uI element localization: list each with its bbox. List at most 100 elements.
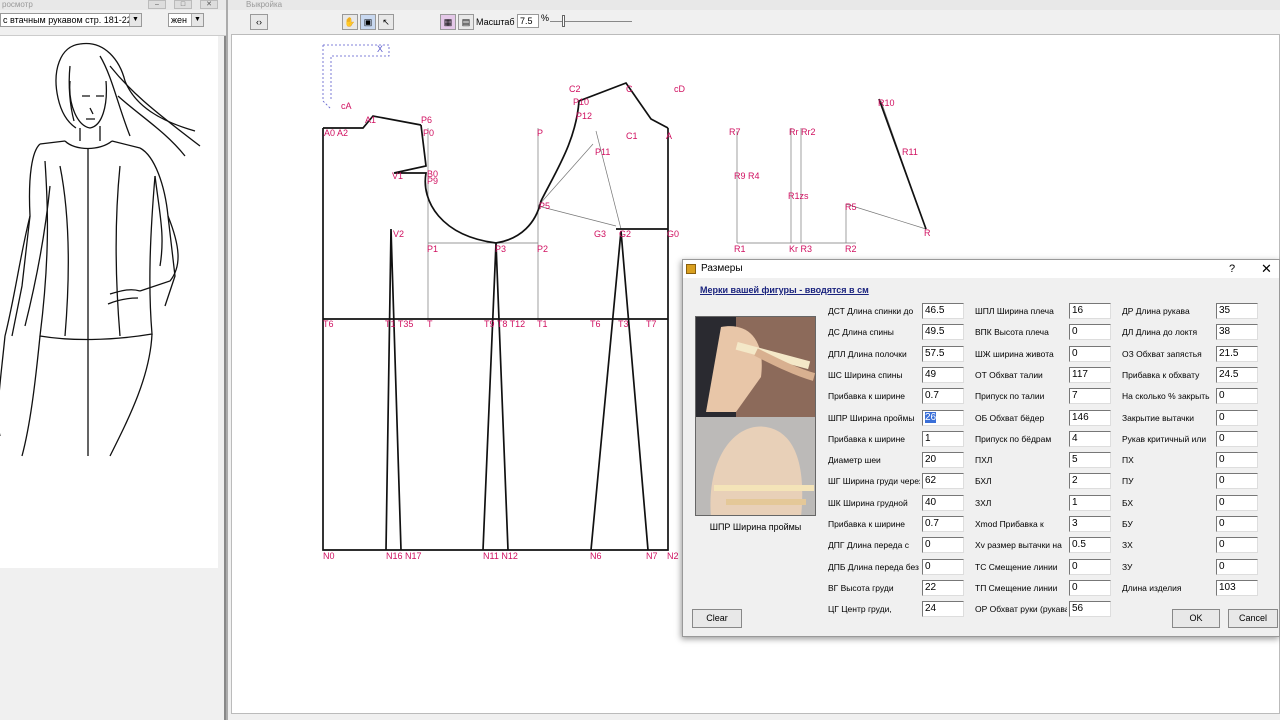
measure-input-value: 0 bbox=[1219, 412, 1225, 423]
measure-input[interactable]: 40 bbox=[922, 495, 964, 511]
measure-input-value: 0 bbox=[925, 561, 931, 572]
measure-input[interactable]: 57.5 bbox=[922, 346, 964, 362]
measure-input[interactable]: 0 bbox=[922, 537, 964, 553]
measure-label: ПХЛ bbox=[975, 455, 993, 465]
color-palette-icon[interactable]: ▦ bbox=[440, 14, 456, 30]
pattern-window-title: Выкройка bbox=[228, 0, 1280, 10]
ok-button[interactable]: OK bbox=[1172, 609, 1220, 628]
measure-input[interactable]: 0 bbox=[1216, 559, 1258, 575]
measure-input[interactable]: 35 bbox=[1216, 303, 1258, 319]
measure-input[interactable]: 56 bbox=[1069, 601, 1111, 617]
measure-label: ОЗ Обхват запястья bbox=[1122, 349, 1202, 359]
measure-input[interactable]: 0 bbox=[1069, 580, 1111, 596]
label-KrR3: Kr R3 bbox=[789, 244, 812, 254]
measure-input[interactable]: 16 bbox=[1069, 303, 1111, 319]
measure-input[interactable]: 24.5 bbox=[1216, 367, 1258, 383]
measure-input[interactable]: 49.5 bbox=[922, 324, 964, 340]
measure-input[interactable]: 5 bbox=[1069, 452, 1111, 468]
measure-label: ШС Ширина спины bbox=[828, 370, 903, 380]
measure-input-value: 24 bbox=[925, 603, 937, 614]
close-button[interactable]: ✕ bbox=[200, 0, 218, 9]
close-icon[interactable]: ✕ bbox=[1261, 260, 1272, 278]
measure-input[interactable]: 22 bbox=[922, 580, 964, 596]
model-combo[interactable]: с втачным рукавом стр. 181-225 ▼ bbox=[0, 13, 142, 27]
measure-label: ПХ bbox=[1122, 455, 1134, 465]
measure-label: ДЛ Длина до локтя bbox=[1122, 327, 1198, 337]
measure-input-value: 49 bbox=[925, 369, 937, 380]
measure-input[interactable]: 24 bbox=[922, 601, 964, 617]
measure-input[interactable]: 0 bbox=[1216, 537, 1258, 553]
scale-slider-thumb[interactable] bbox=[562, 15, 565, 27]
measure-input[interactable]: 0.7 bbox=[922, 388, 964, 404]
measure-input[interactable]: 21.5 bbox=[1216, 346, 1258, 362]
minimize-button[interactable]: – bbox=[148, 0, 166, 9]
measure-input[interactable]: 0 bbox=[922, 559, 964, 575]
scale-value[interactable]: 7.5 bbox=[517, 14, 539, 28]
measure-input[interactable]: 0 bbox=[1069, 324, 1111, 340]
measure-input[interactable]: 49 bbox=[922, 367, 964, 383]
measure-input[interactable]: 4 bbox=[1069, 431, 1111, 447]
measure-input[interactable]: 0 bbox=[1216, 452, 1258, 468]
measure-label: Xmod Прибавка к bbox=[975, 519, 1044, 529]
measure-input[interactable]: 0 bbox=[1216, 516, 1258, 532]
grid-toggle-icon[interactable]: ▤ bbox=[458, 14, 474, 30]
preview-window: росмотр – □ ✕ с втачным рукавом стр. 181… bbox=[0, 0, 226, 720]
measure-input[interactable]: 0 bbox=[1216, 410, 1258, 426]
nav-arrows-icon[interactable]: ‹› bbox=[250, 14, 268, 30]
maximize-button[interactable]: □ bbox=[174, 0, 192, 9]
measure-input-value: 16 bbox=[1072, 305, 1084, 316]
measure-input[interactable]: 103 bbox=[1216, 580, 1258, 596]
measure-input[interactable]: 0.7 bbox=[922, 516, 964, 532]
measure-input[interactable]: 0 bbox=[1069, 559, 1111, 575]
measure-input-value: 46.5 bbox=[925, 305, 945, 316]
measure-label: ЗУ bbox=[1122, 562, 1133, 572]
measure-input[interactable]: 0 bbox=[1069, 346, 1111, 362]
measure-input[interactable]: 0.5 bbox=[1069, 537, 1111, 553]
measure-input[interactable]: 1 bbox=[922, 431, 964, 447]
measure-input[interactable]: 0 bbox=[1216, 388, 1258, 404]
measure-input[interactable]: 1 bbox=[1069, 495, 1111, 511]
measure-input-value: 38 bbox=[1219, 326, 1231, 337]
measure-input-value: 0.5 bbox=[1072, 539, 1086, 550]
measure-input[interactable]: 38 bbox=[1216, 324, 1258, 340]
label-R1: R1 bbox=[734, 244, 746, 254]
label-T6b: T6 bbox=[590, 319, 601, 329]
label-N6: N6 bbox=[590, 551, 602, 561]
measure-input-value: 5 bbox=[1072, 454, 1078, 465]
measure-input-value: 0 bbox=[1219, 497, 1225, 508]
label-V1: V1 bbox=[392, 171, 403, 181]
measure-input[interactable]: 0 bbox=[1216, 431, 1258, 447]
app-icon bbox=[686, 264, 696, 274]
measure-input-value: 21.5 bbox=[1219, 348, 1239, 359]
measure-input[interactable]: 20 bbox=[922, 452, 964, 468]
hand-pan-icon[interactable]: ✋ bbox=[342, 14, 358, 30]
measure-input[interactable]: 0 bbox=[1216, 495, 1258, 511]
measure-input-value: 22 bbox=[925, 582, 937, 593]
measure-input[interactable]: 7 bbox=[1069, 388, 1111, 404]
measure-input[interactable]: 62 bbox=[922, 473, 964, 489]
measure-input-value: 0.7 bbox=[925, 390, 939, 401]
cancel-button[interactable]: Cancel bbox=[1228, 609, 1278, 628]
chevron-down-icon[interactable]: ▼ bbox=[129, 14, 141, 26]
measure-input[interactable]: 2 bbox=[1069, 473, 1111, 489]
measure-input-value: 57.5 bbox=[925, 348, 945, 359]
measure-label: ШПР Ширина проймы bbox=[828, 413, 915, 423]
measure-input-value: 62 bbox=[925, 475, 937, 486]
measure-input-value: 0 bbox=[1072, 326, 1078, 337]
measurements-link[interactable]: Мерки вашей фигуры - вводятся в см bbox=[700, 285, 869, 295]
label-T1: T1 bbox=[537, 319, 548, 329]
clear-button[interactable]: Clear bbox=[692, 609, 742, 628]
measure-input[interactable]: 46.5 bbox=[922, 303, 964, 319]
measure-input[interactable]: 146 bbox=[1069, 410, 1111, 426]
measure-input[interactable]: 3 bbox=[1069, 516, 1111, 532]
measure-input[interactable]: 0 bbox=[1216, 473, 1258, 489]
label-cD: cD bbox=[674, 84, 686, 94]
help-button[interactable]: ? bbox=[1229, 260, 1235, 278]
pointer-icon[interactable]: ↖ bbox=[378, 14, 394, 30]
chevron-down-icon[interactable]: ▼ bbox=[191, 14, 203, 26]
label-T35: T1 T35 bbox=[385, 319, 413, 329]
gender-combo[interactable]: жен ▼ bbox=[168, 13, 204, 27]
measure-input[interactable]: 26 bbox=[922, 410, 964, 426]
zoom-rect-icon[interactable]: ▣ bbox=[360, 14, 376, 30]
measure-input[interactable]: 117 bbox=[1069, 367, 1111, 383]
